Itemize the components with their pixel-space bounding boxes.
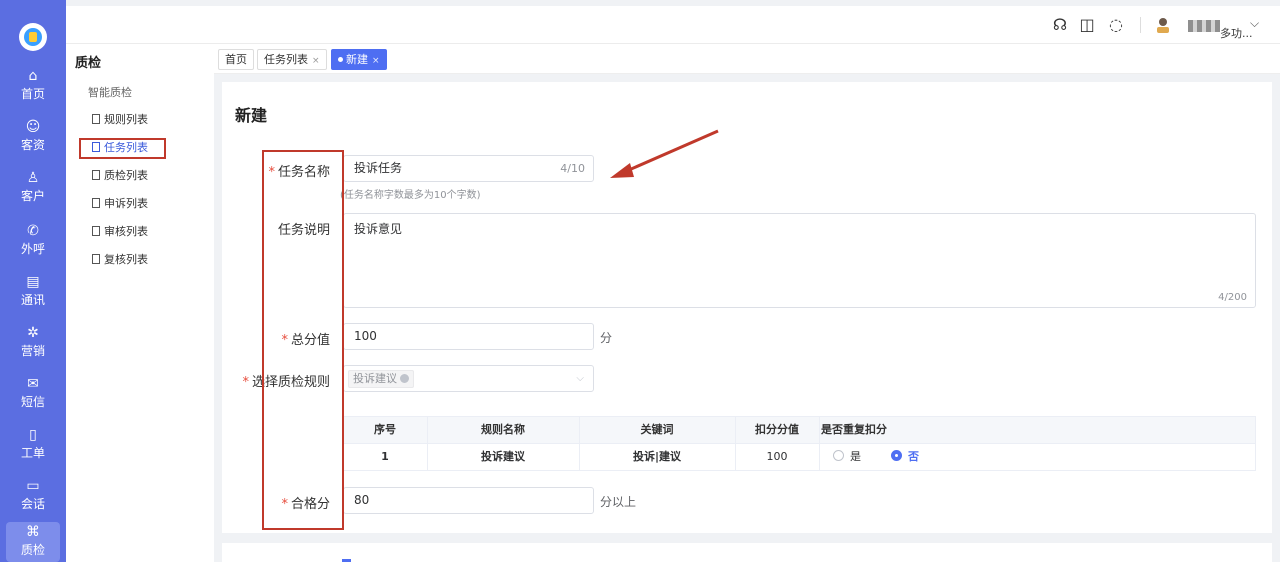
app-logo[interactable]: [19, 23, 47, 51]
phone-icon: ✆: [27, 223, 39, 239]
total-score-unit: 分: [600, 331, 613, 345]
document-icon: [92, 254, 100, 264]
document-icon: [92, 170, 100, 180]
contacts-icon: ▤: [26, 274, 40, 290]
radio-yes[interactable]: 是: [833, 444, 893, 470]
subnav-group-label: 智能质检: [88, 86, 132, 99]
task-name-input[interactable]: 投诉任务 4/10: [343, 155, 594, 182]
annotation-box-labels: [262, 150, 344, 530]
next-card: [222, 543, 1272, 562]
message-icon[interactable]: ◌: [1106, 15, 1126, 35]
inspect-icon: ⌘: [26, 524, 40, 540]
subnav-item-rules[interactable]: 规则列表: [92, 112, 148, 128]
task-desc-textarea[interactable]: 投诉意见 4/200: [343, 213, 1256, 308]
rail-item-tickets[interactable]: ▯ 工单: [0, 425, 66, 471]
users-icon: ☺: [25, 119, 41, 135]
active-dot-icon: [338, 57, 343, 62]
rail-item-outbound[interactable]: ✆ 外呼: [0, 221, 66, 267]
subnav-item-appeals[interactable]: 申诉列表: [92, 196, 148, 212]
document-icon: [92, 226, 100, 236]
pass-score-unit: 分以上: [600, 495, 637, 509]
table-row: 1 投诉建议 投诉|建议 100 是 否: [343, 444, 1255, 470]
close-icon[interactable]: ×: [312, 56, 320, 66]
subnav-item-rechecks[interactable]: 复核列表: [92, 252, 148, 268]
rail-item-sessions[interactable]: ▭ 会话: [0, 476, 66, 522]
tab-new[interactable]: 新建 ×: [331, 49, 387, 70]
rail-item-leads[interactable]: ☺ 客资: [0, 117, 66, 163]
rail-item-customers[interactable]: ♙ 客户: [0, 168, 66, 214]
book-icon[interactable]: ◫: [1077, 15, 1097, 35]
secondary-sidebar: 质检 智能质检 规则列表 任务列表 质检列表 申诉列表 审核列表 复核列表: [66, 44, 214, 562]
subnav-item-inspections[interactable]: 质检列表: [92, 168, 148, 184]
rule-table: 序号 规则名称 关键词 扣分分值 是否重复扣分 1 投诉建议 投诉|建议 100…: [342, 416, 1256, 471]
user-role[interactable]: 多功...: [1220, 25, 1253, 41]
rail-item-contacts[interactable]: ▤ 通讯: [0, 272, 66, 318]
document-icon: [92, 198, 100, 208]
clipboard-icon: ▯: [29, 427, 37, 443]
tab-bar: 首页 任务列表 × 新建 ×: [214, 44, 1280, 74]
chat-icon: ▭: [26, 478, 40, 494]
table-header: 序号 规则名称 关键词 扣分分值 是否重复扣分: [343, 417, 1255, 444]
app-rail: ⌂ 首页 ☺ 客资 ♙ 客户 ✆ 外呼 ▤ 通讯 ✲ 营销 ✉ 短信 ▯ 工单 …: [0, 0, 66, 562]
home-icon: ⌂: [28, 68, 38, 84]
rule-select[interactable]: 投诉建议 ⌵: [343, 365, 594, 392]
char-counter: 4/200: [1218, 292, 1247, 303]
tab-home[interactable]: 首页: [218, 49, 254, 70]
top-header: ☊ ◫ ◌ 多功... ⌵: [66, 6, 1280, 44]
annotation-box-task-list: [79, 138, 166, 159]
sms-icon: ✉: [27, 376, 39, 392]
user-icon: ♙: [26, 170, 40, 186]
form-card: 新建 * 任务名称 投诉任务 4/10 (任务名称字数最多为10个字数) 任务说明…: [222, 82, 1272, 533]
header-divider: [1140, 17, 1141, 33]
rail-item-quality[interactable]: ⌘ 质检: [6, 522, 60, 562]
tag-close-icon[interactable]: [400, 374, 409, 383]
annotation-arrow: [610, 129, 719, 178]
tab-task-list[interactable]: 任务列表 ×: [257, 49, 327, 70]
chevron-down-icon: ⌵: [576, 373, 584, 384]
page-title: 新建: [235, 106, 268, 125]
rail-item-sms[interactable]: ✉ 短信: [0, 374, 66, 420]
document-icon: [92, 114, 100, 124]
subnav-item-reviews[interactable]: 审核列表: [92, 224, 148, 240]
user-name-redacted: [1188, 20, 1220, 32]
chevron-down-icon[interactable]: ⌵: [1250, 16, 1259, 31]
total-score-input[interactable]: 100: [343, 323, 594, 350]
subnav-title: 质检: [75, 56, 102, 71]
rail-item-home[interactable]: ⌂ 首页: [0, 66, 66, 112]
headset-icon[interactable]: ☊: [1050, 15, 1070, 35]
selected-rule-tag: 投诉建议: [348, 370, 414, 388]
radio-no[interactable]: 否: [891, 444, 951, 470]
char-counter: 4/10: [560, 162, 585, 175]
pass-score-input[interactable]: 80: [343, 487, 594, 514]
avatar[interactable]: [1154, 16, 1172, 34]
marketing-icon: ✲: [27, 325, 39, 341]
rail-item-marketing[interactable]: ✲ 营销: [0, 323, 66, 369]
task-name-hint: (任务名称字数最多为10个字数): [340, 190, 481, 201]
close-icon[interactable]: ×: [372, 56, 380, 66]
